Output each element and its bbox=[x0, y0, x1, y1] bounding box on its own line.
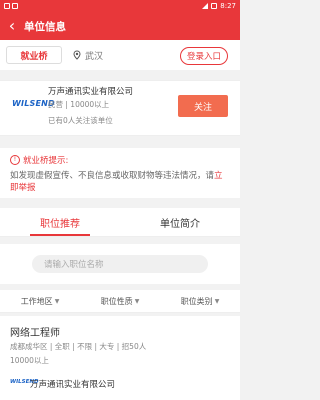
status-left-icons bbox=[4, 3, 18, 9]
city-selector[interactable]: 武汉 bbox=[85, 49, 103, 62]
page-title: 单位信息 bbox=[24, 20, 66, 33]
location-pin-icon[interactable] bbox=[72, 50, 82, 60]
warning-icon: ! bbox=[10, 155, 20, 165]
filter-job-category[interactable]: 职位类别 ▼ bbox=[160, 290, 240, 312]
back-arrow-icon[interactable]: ‹ bbox=[0, 12, 24, 40]
job-salary: 10000以上 bbox=[10, 356, 49, 365]
caret-down-icon: ▼ bbox=[134, 297, 140, 305]
status-time: 8:27 bbox=[220, 2, 236, 10]
job-title: 网络工程师 bbox=[10, 328, 60, 339]
login-button[interactable]: 登录入口 bbox=[179, 47, 228, 65]
filter-job-nature-label: 职位性质 bbox=[100, 296, 133, 306]
app-logo-text: 就业桥 bbox=[20, 51, 48, 62]
notice-title-text: 就业桥提示: bbox=[23, 156, 69, 166]
notice-panel: ! 就业桥提示: 如发现虚假宣传、不良信息或收取财物等违法情况，请立即举报 bbox=[0, 148, 240, 198]
job-search-input[interactable]: 请输入职位名称 bbox=[32, 255, 208, 273]
job-search-area: 请输入职位名称 bbox=[0, 244, 240, 284]
company-meta: 民营 | 10000以上 bbox=[48, 100, 110, 109]
top-search-bar: 就业桥 武汉 登录入口 bbox=[0, 40, 240, 70]
tab-bar: 职位推荐 单位简介 bbox=[0, 208, 240, 237]
filter-job-nature[interactable]: 职位性质 ▼ bbox=[80, 290, 160, 312]
caret-down-icon: ▼ bbox=[214, 297, 220, 305]
tab-company-intro[interactable]: 单位简介 bbox=[120, 208, 240, 236]
company-followers: 已有0人关注该单位 bbox=[48, 116, 113, 125]
filter-bar: 工作地区 ▼ 职位性质 ▼ 职位类别 ▼ bbox=[0, 290, 240, 313]
filter-work-area[interactable]: 工作地区 ▼ bbox=[0, 290, 80, 312]
job-meta: 成都成华区 | 全职 | 不限 | 大专 | 招50人 bbox=[10, 342, 147, 351]
caret-down-icon: ▼ bbox=[54, 297, 60, 305]
notification-icon bbox=[4, 3, 10, 9]
follow-button[interactable]: 关注 bbox=[178, 95, 228, 117]
notice-body: 如发现虚假宣传、不良信息或收取财物等违法情况，请 bbox=[10, 171, 215, 181]
company-card: WILSEND 万声通讯实业有限公司 民营 | 10000以上 已有0人关注该单… bbox=[0, 80, 240, 136]
app-logo: 就业桥 bbox=[6, 46, 62, 64]
filter-job-category-label: 职位类别 bbox=[180, 296, 213, 306]
status-bar: 8:27 bbox=[0, 0, 240, 12]
job-company-name: 万声通讯实业有限公司 bbox=[30, 380, 116, 390]
notice-text: 如发现虚假宣传、不良信息或收取财物等违法情况，请立即举报 bbox=[10, 170, 230, 194]
signal-icon bbox=[202, 3, 209, 9]
status-right-icons: 8:27 bbox=[202, 2, 236, 10]
company-name: 万声通讯实业有限公司 bbox=[48, 87, 134, 97]
tab-job-recommend[interactable]: 职位推荐 bbox=[0, 208, 120, 236]
filter-work-area-label: 工作地区 bbox=[20, 296, 53, 306]
notice-title: ! 就业桥提示: bbox=[10, 154, 230, 166]
sd-card-icon bbox=[12, 3, 18, 9]
battery-icon bbox=[211, 3, 218, 9]
app-bar: ‹ 单位信息 bbox=[0, 12, 240, 40]
job-list-item[interactable]: 网络工程师 成都成华区 | 全职 | 不限 | 大专 | 招50人 10000以… bbox=[0, 316, 240, 400]
